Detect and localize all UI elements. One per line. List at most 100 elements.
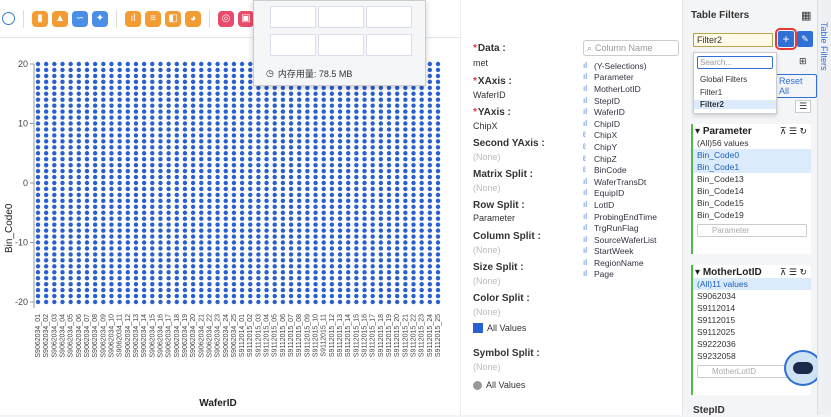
combo-chart-icon[interactable]: ◧ xyxy=(165,10,181,27)
thumb-4[interactable] xyxy=(270,34,316,56)
filter-value[interactable]: Bin_Code19 xyxy=(693,209,811,221)
scatter-point xyxy=(109,222,114,227)
scatter-plot[interactable]: 20 10 0 -10 -20 Bin_Code0 S9062034_01 S9062034_… xyxy=(0,38,779,415)
area-chart-icon[interactable]: ▲ xyxy=(52,10,68,27)
export-icon[interactable]: ⊞ xyxy=(799,56,807,67)
thumb-5[interactable] xyxy=(318,34,364,56)
scatter-point xyxy=(199,198,204,204)
filter-value[interactable]: (All)11 values xyxy=(693,278,811,290)
scatter-point xyxy=(394,121,400,126)
size-split-value[interactable]: (None) xyxy=(473,276,501,286)
filter-value[interactable]: S9062034 xyxy=(693,290,811,302)
yaxis-value[interactable]: ChipX xyxy=(473,121,498,131)
column-item[interactable]: ıl LotID xyxy=(583,199,679,211)
scatter-point xyxy=(419,276,424,281)
row-split-value[interactable]: Parameter xyxy=(473,213,515,223)
filter-value[interactable]: S9112014 xyxy=(693,302,811,314)
scatter-point xyxy=(117,127,122,132)
scatter-point xyxy=(207,216,212,221)
reset-all-button[interactable]: Reset All xyxy=(775,74,817,98)
column-item[interactable]: ıl (Y-Selections) xyxy=(583,60,679,72)
symbol-split-value[interactable]: (None) xyxy=(473,362,501,372)
thumb-2[interactable] xyxy=(318,6,364,28)
scatter-point xyxy=(231,121,237,126)
edit-filter-icon[interactable]: ✎ xyxy=(797,31,813,47)
column-item[interactable]: ℓ BinCode xyxy=(583,164,679,176)
filter-value[interactable]: S9222036 xyxy=(693,338,811,350)
motherlot-header[interactable]: ▾ MotherLotID ⊼ ☰ ↻ xyxy=(693,265,811,278)
filter-value[interactable]: (All)56 values xyxy=(693,137,811,149)
thumb-1[interactable] xyxy=(270,6,316,28)
filter-tools-icon[interactable]: ⊼ ☰ ↻ xyxy=(780,126,807,137)
xaxis-value[interactable]: WaferID xyxy=(473,90,506,100)
radar-icon[interactable]: ◎ xyxy=(218,10,234,27)
column-item[interactable]: ıl Parameter xyxy=(583,72,679,84)
scatter-icon[interactable]: ✦ xyxy=(92,10,108,27)
dropdown-search[interactable]: Search... xyxy=(697,56,773,69)
filter-value[interactable]: S9112025 xyxy=(693,326,811,338)
filter-tools-icon[interactable]: ⊼ ☰ ↻ xyxy=(780,267,807,278)
filter-value[interactable]: Bin_Code14 xyxy=(693,185,811,197)
scatter-point xyxy=(297,115,302,120)
column-item[interactable]: ıl MotherLotID xyxy=(583,83,679,95)
column-search[interactable]: ⌕ Column Name xyxy=(583,40,679,56)
thumb-3[interactable] xyxy=(366,6,412,28)
filter-value[interactable]: Bin_Code0 xyxy=(693,149,811,161)
color-split-value[interactable]: (None) xyxy=(473,307,501,317)
column-item[interactable]: ıl ChipID xyxy=(583,118,679,130)
column-split-value[interactable]: (None) xyxy=(473,245,501,255)
hbar-chart-icon[interactable]: ≡ xyxy=(145,10,161,27)
table-icon[interactable]: ▣ xyxy=(238,10,254,27)
scatter-point xyxy=(321,198,326,204)
matrix-split-value[interactable]: (None) xyxy=(473,183,501,193)
scatter-point xyxy=(35,276,41,281)
filter-value[interactable]: S9112015 xyxy=(693,314,811,326)
bar-chart-icon[interactable]: ▮ xyxy=(32,10,48,27)
column-item[interactable]: ıl EquipID xyxy=(583,188,679,200)
scatter-point xyxy=(133,252,139,257)
filter-value[interactable]: Bin_Code1 xyxy=(693,161,811,173)
filters-side-tab[interactable]: Table Filters xyxy=(817,0,831,415)
pie-chart-icon[interactable]: ◕ xyxy=(185,10,201,27)
filter-select[interactable]: Filter2 xyxy=(693,33,773,47)
column-item[interactable]: ıl StepID xyxy=(583,95,679,107)
scatter-point xyxy=(43,228,49,233)
add-filter-button[interactable]: + xyxy=(775,28,797,50)
filter-value[interactable]: Bin_Code13 xyxy=(693,173,811,185)
column-item[interactable]: ıl SourceWaferList xyxy=(583,234,679,246)
scatter-point xyxy=(329,204,335,209)
column-item[interactable]: ıl Page xyxy=(583,269,679,281)
column-item[interactable]: ℓ ChipZ xyxy=(583,153,679,165)
pan-icon[interactable] xyxy=(2,12,15,25)
grid-menu-icon[interactable]: ▦ xyxy=(801,9,811,22)
color-legend[interactable]: All Values xyxy=(473,323,526,333)
column-item[interactable]: ıl WaferTransDt xyxy=(583,176,679,188)
scatter-point xyxy=(35,121,41,126)
stepid-filter-header[interactable]: StepID xyxy=(693,405,725,416)
column-item[interactable]: ıl WaferID xyxy=(583,106,679,118)
parameter-search[interactable]: Parameter xyxy=(697,224,807,237)
scatter-point xyxy=(84,139,90,144)
second-yaxis-value[interactable]: (None) xyxy=(473,152,501,162)
parameter-header[interactable]: ▾ Parameter ⊼ ☰ ↻ xyxy=(693,124,811,137)
column-item[interactable]: ıl TrgRunFlag xyxy=(583,222,679,234)
filter-value[interactable]: Bin_Code15 xyxy=(693,197,811,209)
line-chart-icon[interactable]: ∽ xyxy=(72,10,88,27)
sort-icon[interactable]: ☰ xyxy=(795,100,812,113)
column-item[interactable]: ıl StartWeek xyxy=(583,246,679,258)
option-global[interactable]: Global Filters xyxy=(700,75,747,84)
scatter-point xyxy=(313,121,318,126)
thumb-6[interactable] xyxy=(366,34,412,56)
scatter-point xyxy=(68,180,73,186)
symbol-legend[interactable]: All Values xyxy=(473,380,525,390)
column-item[interactable]: ℓ ChipY xyxy=(583,141,679,153)
column-item[interactable]: ℓ ChipX xyxy=(583,130,679,142)
column-item[interactable]: ıl RegionName xyxy=(583,257,679,269)
column-chart-icon[interactable]: ıl xyxy=(125,10,141,27)
scatter-point xyxy=(109,270,114,275)
scatter-point xyxy=(182,168,188,174)
data-value[interactable]: met xyxy=(473,58,488,68)
option-filter1[interactable]: Filter1 xyxy=(700,88,722,97)
option-filter2[interactable]: Filter2 xyxy=(694,100,776,109)
column-item[interactable]: ıl ProbingEndTime xyxy=(583,211,679,223)
